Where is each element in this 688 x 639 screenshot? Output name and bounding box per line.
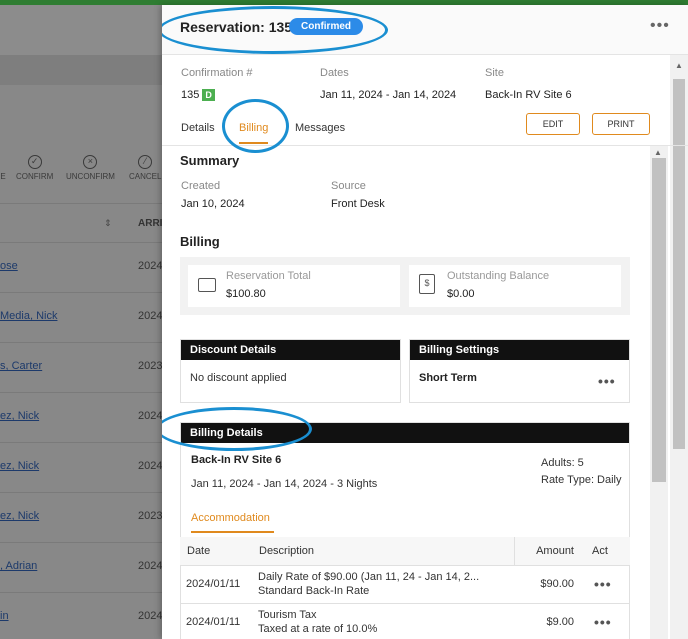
table-row[interactable]: ez, Nick 2024 xyxy=(0,443,162,493)
more-options-icon[interactable]: ••• xyxy=(650,17,670,35)
table-row[interactable]: in 2024 xyxy=(0,593,162,639)
status-badge: Confirmed xyxy=(289,18,363,35)
billing-heading: Billing xyxy=(180,234,220,249)
billing-dates: Jan 11, 2024 - Jan 14, 2024 - 3 Nights xyxy=(191,478,378,490)
row-amount: $90.00 xyxy=(514,565,584,604)
panel-header: Reservation: 135 Confirmed ••• xyxy=(162,5,688,55)
cancel-circle-icon: ⁄ xyxy=(138,155,153,169)
billing-site: Back-In RV Site 6 xyxy=(191,454,282,466)
table-row[interactable]: ose 2024 xyxy=(0,243,162,293)
row-amount: $9.00 xyxy=(514,603,584,639)
row-actions-icon[interactable]: ••• xyxy=(594,576,612,592)
print-button[interactable]: PRINT xyxy=(592,113,650,135)
source-value: Front Desk xyxy=(331,198,385,210)
edit-button[interactable]: EDIT xyxy=(526,113,580,135)
billing-table: Date Description Amount Act 2024/01/11 D… xyxy=(180,537,630,639)
site-field: Site Back-In RV Site 6 xyxy=(485,67,572,101)
row-description-sub: Taxed at a rate of 10.0% xyxy=(258,623,378,635)
billing-settings-heading: Billing Settings xyxy=(410,340,629,360)
table-header-row: Date Description Amount Act xyxy=(180,537,630,566)
scroll-up-icon[interactable]: ▲ xyxy=(654,148,662,157)
row-description-sub: Standard Back-In Rate xyxy=(258,585,370,597)
dates-label: Dates xyxy=(320,67,349,79)
billing-summary-box: Reservation Total $100.80 $ Outstanding … xyxy=(180,257,630,315)
table-row[interactable]: 2024/01/11 Daily Rate of $90.00 (Jan 11,… xyxy=(180,565,630,604)
x-circle-icon: × xyxy=(83,155,98,169)
reservation-panel: Reservation: 135 Confirmed ••• ▲ Confirm… xyxy=(162,5,688,639)
description-column-header: Description xyxy=(254,537,514,566)
bg-action-cancel[interactable]: ⁄ CANCEL xyxy=(129,155,161,181)
amount-column-header: Amount xyxy=(513,537,584,566)
table-row[interactable]: , Adrian 2024 xyxy=(0,543,162,593)
reservation-title: Reservation: 135 xyxy=(180,19,293,35)
table-row[interactable]: s, Carter 2023 xyxy=(0,343,162,393)
billing-settings-value: Short Term xyxy=(419,372,477,384)
bg-action-confirm[interactable]: ✓ CONFIRM xyxy=(16,155,53,181)
rate-type: Rate Type: Daily xyxy=(541,474,622,486)
confirmation-field: Confirmation # 135 D xyxy=(181,67,253,101)
background-table-header: ⇕ ARRI xyxy=(0,203,162,243)
created-label: Created xyxy=(181,180,221,192)
reservation-total-value: $100.80 xyxy=(226,288,266,300)
site-label: Site xyxy=(485,67,504,79)
table-row[interactable]: Media, Nick 2024 xyxy=(0,293,162,343)
table-row[interactable]: ez, Nick 2023 xyxy=(0,493,162,543)
table-row[interactable]: 2024/01/11 Tourism Tax Taxed at a rate of… xyxy=(180,603,630,639)
row-description: Daily Rate of $90.00 (Jan 11, 24 - Jan 1… xyxy=(258,571,480,583)
row-date: 2024/01/11 xyxy=(180,603,254,639)
reservation-total-label: Reservation Total xyxy=(226,270,311,282)
reservation-total-card: Reservation Total $100.80 xyxy=(188,265,400,307)
actions-column-header: Act xyxy=(584,537,630,566)
receipt-icon xyxy=(198,278,216,292)
background-reservation-list: E ✓ CONFIRM × UNCONFIRM ⁄ CANCEL ⇕ ARRI ose… xyxy=(0,5,162,639)
date-column-header: Date xyxy=(180,537,254,566)
discount-details-box: Discount Details No discount applied xyxy=(180,339,401,403)
billing-settings-box: Billing Settings Short Term ••• xyxy=(409,339,630,403)
site-value: Back-In RV Site 6 xyxy=(485,89,572,101)
accommodation-underline xyxy=(191,531,274,533)
scroll-up-icon[interactable]: ▲ xyxy=(675,61,683,70)
arrival-column-header[interactable]: ARRI xyxy=(138,218,162,229)
confirmation-label: Confirmation # xyxy=(181,67,253,79)
source-label: Source xyxy=(331,180,366,192)
adults-count: Adults: 5 xyxy=(541,457,584,469)
settings-more-icon[interactable]: ••• xyxy=(598,373,616,389)
content-scrollbar[interactable]: ▲ xyxy=(650,146,668,639)
discount-text: No discount applied xyxy=(190,372,287,384)
outstanding-balance-value: $0.00 xyxy=(447,288,475,300)
background-header xyxy=(0,5,162,55)
check-circle-icon: ✓ xyxy=(27,155,42,169)
background-toolbar xyxy=(0,55,162,85)
tab-messages[interactable]: Messages xyxy=(295,122,345,134)
discount-details-heading: Discount Details xyxy=(181,340,400,360)
background-actions: E ✓ CONFIRM × UNCONFIRM ⁄ CANCEL xyxy=(0,155,162,187)
row-description: Tourism Tax xyxy=(258,609,317,621)
scrollbar-thumb[interactable] xyxy=(652,158,666,482)
confirmation-value: 135 xyxy=(181,89,200,101)
summary-heading: Summary xyxy=(180,153,240,168)
tab-billing[interactable]: Billing xyxy=(239,122,269,144)
outstanding-balance-label: Outstanding Balance xyxy=(447,270,550,282)
confirmation-badge: D xyxy=(202,89,215,101)
tab-accommodation[interactable]: Accommodation xyxy=(191,512,270,524)
dates-field: Dates Jan 11, 2024 - Jan 14, 2024 xyxy=(320,67,456,101)
bg-action-e[interactable]: E xyxy=(0,155,10,181)
dates-value: Jan 11, 2024 - Jan 14, 2024 xyxy=(320,89,457,101)
tab-details[interactable]: Details xyxy=(181,122,215,134)
billing-details-heading: Billing Details xyxy=(181,423,629,443)
row-actions-icon[interactable]: ••• xyxy=(594,614,612,630)
table-row[interactable]: ez, Nick 2024 xyxy=(0,393,162,443)
invoice-icon: $ xyxy=(419,274,435,294)
sort-icon[interactable]: ⇕ xyxy=(104,218,112,229)
row-date: 2024/01/11 xyxy=(180,565,254,604)
created-value: Jan 10, 2024 xyxy=(181,198,245,210)
outstanding-balance-card: $ Outstanding Balance $0.00 xyxy=(409,265,621,307)
bg-action-unconfirm[interactable]: × UNCONFIRM xyxy=(66,155,115,181)
